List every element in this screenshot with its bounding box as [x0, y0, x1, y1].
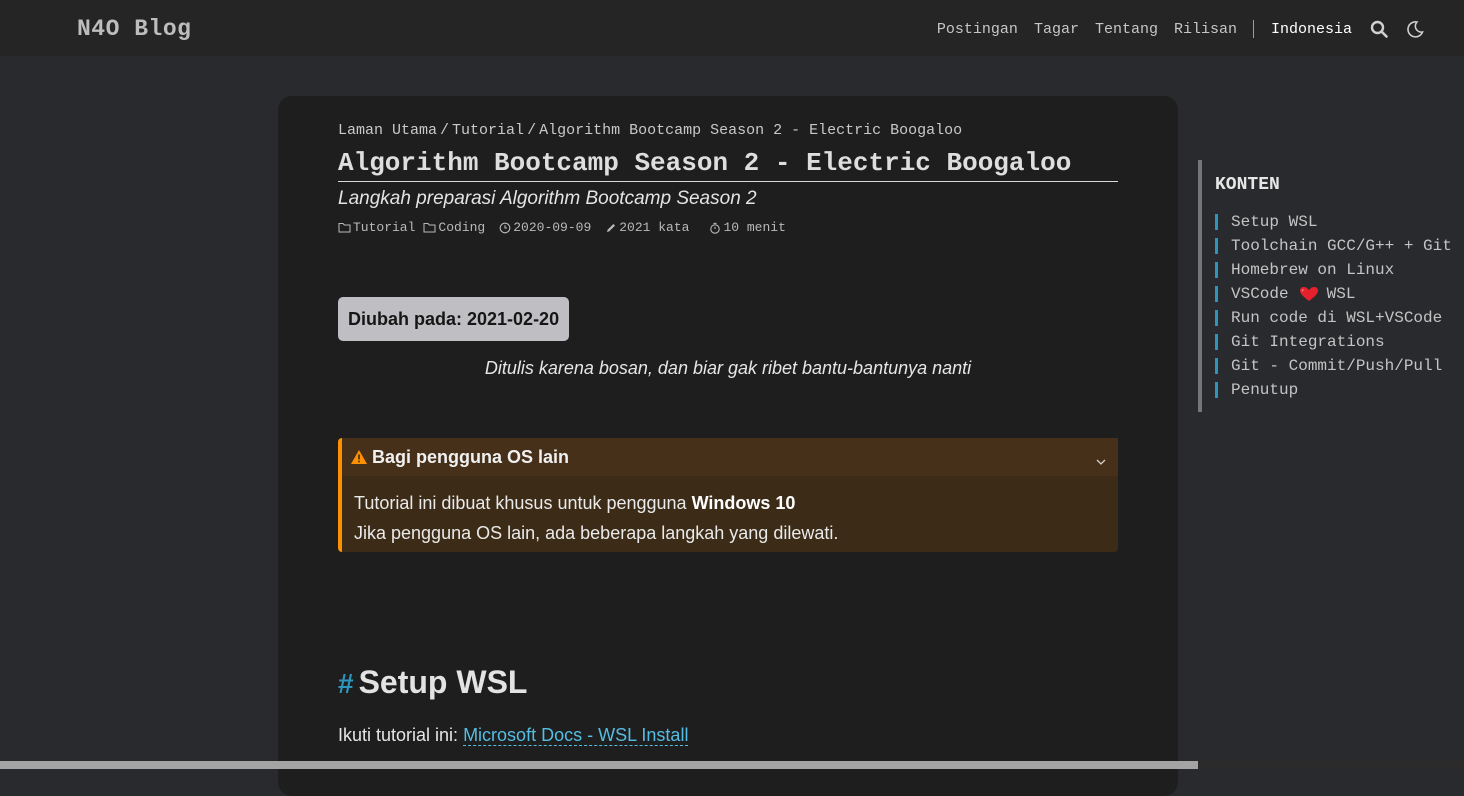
breadcrumb-home[interactable]: Laman Utama	[338, 122, 437, 139]
post-quote: Ditulis karena bosan, dan biar gak ribet…	[484, 358, 972, 378]
toc-label: Toolchain GCC/G++ + Git	[1231, 237, 1452, 255]
admonition-title: Bagi pengguna OS lain	[372, 446, 570, 467]
toc-title: KONTEN	[1215, 175, 1280, 195]
nav-postingan[interactable]: Postingan	[937, 21, 1018, 38]
breadcrumb-separator: /	[440, 122, 450, 139]
scrollbar-thumb[interactable]	[0, 761, 1198, 769]
nav-rilisan[interactable]: Rilisan	[1174, 21, 1237, 38]
read-time: 10 menit	[709, 220, 786, 235]
admonition-line-2: Jika pengguna OS lain, ada beberapa lang…	[354, 523, 839, 543]
toc-item[interactable]: Git - Commit/Push/Pull	[1215, 354, 1452, 378]
post-meta: Tutorial Coding 2020-09-09 2021 kata 10 …	[338, 220, 794, 235]
language-switch[interactable]: Indonesia	[1271, 21, 1352, 38]
nav-divider	[1252, 20, 1254, 38]
toc-label: Penutup	[1231, 381, 1299, 399]
site-header: N4O Blog Postingan Tagar Tentang Rilisan…	[0, 0, 1464, 56]
toc-label: Run code di WSL+VSCode	[1231, 309, 1443, 327]
category-label: Tutorial	[353, 220, 416, 235]
heart-icon	[1299, 286, 1319, 302]
admonition-line-1: Tutorial ini dibuat khusus untuk penggun…	[354, 488, 1106, 518]
toc-marker	[1215, 358, 1218, 374]
toc-marker	[1215, 238, 1218, 254]
toc-item[interactable]: VSCode WSL	[1215, 282, 1452, 306]
toc-marker	[1215, 214, 1218, 230]
toc-marker	[1215, 286, 1218, 302]
search-icon[interactable]	[1370, 20, 1388, 38]
main-nav: Postingan Tagar Tentang Rilisan Indonesi…	[921, 18, 1424, 40]
stopwatch-icon	[710, 222, 721, 234]
toc-item[interactable]: Setup WSL	[1215, 210, 1452, 234]
paragraph-text: Ikuti tutorial ini:	[338, 725, 464, 745]
post-date: 2020-09-09	[499, 220, 591, 235]
toc-item[interactable]: Penutup	[1215, 378, 1452, 402]
toc-label: Git - Commit/Push/Pull	[1231, 357, 1443, 375]
category-tutorial[interactable]: Tutorial	[338, 220, 415, 235]
horizontal-scrollbar[interactable]	[0, 761, 1464, 769]
site-brand[interactable]: N4O Blog	[77, 16, 191, 42]
category-coding[interactable]: Coding	[423, 220, 485, 235]
post-card: Laman Utama / Tutorial / Algorithm Bootcamp …	[278, 96, 1178, 796]
warning-icon	[351, 450, 367, 464]
toc-item[interactable]: Homebrew on Linux	[1215, 258, 1452, 282]
wsl-install-link[interactable]: Microsoft Docs - WSL Install	[463, 725, 689, 746]
toc-item[interactable]: Toolchain GCC/G++ + Git	[1215, 234, 1452, 258]
admonition-body: Tutorial ini dibuat khusus untuk penggun…	[342, 476, 1118, 560]
page-subtitle: Langkah preparasi Algorithm Bootcamp Sea…	[338, 188, 757, 209]
toc-label: Git Integrations	[1231, 333, 1385, 351]
nav-tentang[interactable]: Tentang	[1095, 21, 1158, 38]
warning-admonition: Bagi pengguna OS lain Tutorial ini dibua…	[338, 438, 1118, 552]
heading-anchor[interactable]: #	[338, 668, 354, 700]
toc-list: Setup WSL Toolchain GCC/G++ + Git Homebr…	[1215, 210, 1452, 402]
page-title: Algorithm Bootcamp Season 2 - Electric B…	[338, 148, 1118, 182]
admonition-bold: Windows 10	[691, 493, 796, 513]
chevron-down-icon[interactable]	[1096, 450, 1110, 471]
section-paragraph: Ikuti tutorial ini: Microsoft Docs - WSL…	[338, 725, 689, 746]
toc-label: VSCode	[1231, 285, 1289, 303]
toc-label: Homebrew on Linux	[1231, 261, 1395, 279]
word-count: 2021 kata	[605, 220, 689, 235]
read-time-label: 10 menit	[723, 220, 786, 235]
admonition-header[interactable]: Bagi pengguna OS lain	[342, 438, 1118, 476]
clock-icon	[499, 222, 511, 233]
toc-marker	[1215, 310, 1218, 326]
date-label: 2020-09-09	[513, 220, 592, 235]
toc-marker	[1215, 334, 1218, 350]
breadcrumb-tutorial[interactable]: Tutorial	[452, 122, 524, 139]
nav-tagar[interactable]: Tagar	[1034, 21, 1079, 38]
toc-label: Setup WSL	[1231, 213, 1318, 231]
toc-label-suffix: WSL	[1326, 285, 1356, 303]
folder-icon	[338, 223, 351, 233]
word-count-label: 2021 kata	[619, 220, 690, 235]
breadcrumb: Laman Utama / Tutorial / Algorithm Bootcamp …	[338, 122, 962, 139]
section-heading: # Setup WSL	[338, 664, 527, 701]
table-of-contents: KONTEN Setup WSL Toolchain GCC/G++ + Git…	[1198, 160, 1464, 412]
breadcrumb-separator: /	[527, 122, 537, 139]
updated-badge: Diubah pada: 2021-02-20	[338, 297, 570, 341]
toc-marker	[1215, 262, 1218, 278]
category-label: Coding	[438, 220, 486, 235]
admonition-text: Tutorial ini dibuat khusus untuk penggun…	[354, 493, 692, 513]
toc-item[interactable]: Git Integrations	[1215, 330, 1452, 354]
moon-icon[interactable]	[1406, 20, 1424, 38]
pencil-icon	[607, 223, 616, 232]
folder-icon	[423, 223, 436, 233]
breadcrumb-current: Algorithm Bootcamp Season 2 - Electric B…	[539, 122, 963, 139]
toc-item[interactable]: Run code di WSL+VSCode	[1215, 306, 1452, 330]
toc-marker	[1215, 382, 1218, 398]
heading-text: Setup WSL	[358, 664, 528, 700]
